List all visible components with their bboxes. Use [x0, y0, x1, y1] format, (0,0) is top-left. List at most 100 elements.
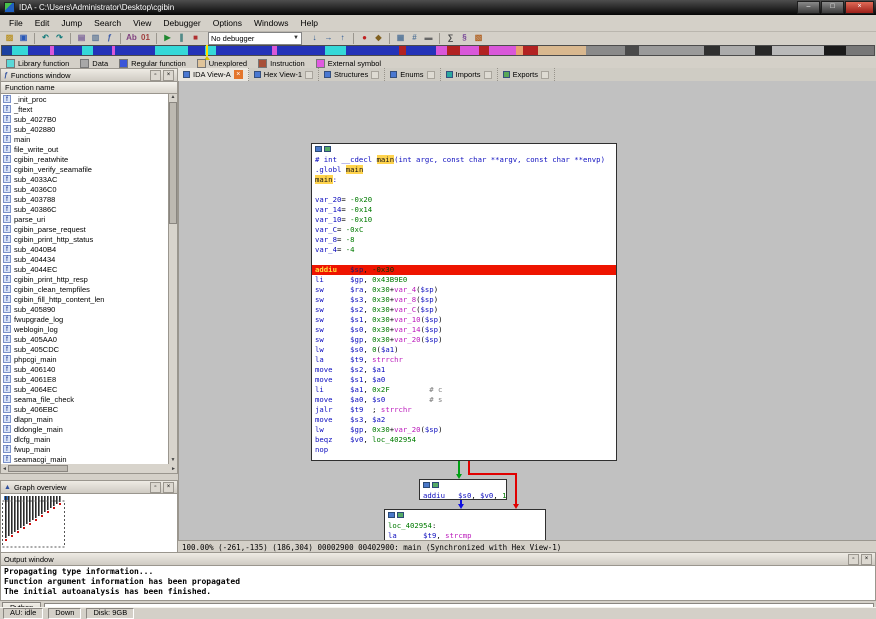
scroll-left-icon[interactable]: ◄	[2, 466, 7, 472]
disassembly-line[interactable]: var_10= -0x10	[315, 215, 613, 225]
function-item[interactable]: fsub_403788	[1, 194, 177, 204]
function-item[interactable]: fdlapn_main	[1, 414, 177, 424]
functions-icon[interactable]: ƒ	[103, 32, 116, 44]
tab-exports[interactable]: Exports	[498, 68, 555, 81]
disassembly-line[interactable]: var_C= -0xC	[315, 225, 613, 235]
navband-segment[interactable]	[846, 46, 874, 55]
function-item[interactable]: fsub_4061E8	[1, 374, 177, 384]
start-process-icon[interactable]: ▶	[161, 32, 174, 44]
navband-segment[interactable]	[489, 46, 515, 55]
function-item[interactable]: ffile_write_out	[1, 144, 177, 154]
menu-edit[interactable]: Edit	[29, 16, 56, 30]
navband-segment[interactable]	[516, 46, 523, 55]
disassembly-line[interactable]: addiu $sp, -0x30	[312, 265, 616, 275]
output-window-titlebar[interactable]: Output window ▫ ×	[0, 552, 876, 566]
function-item[interactable]: fweblogin_log	[1, 324, 177, 334]
menu-search[interactable]: Search	[88, 16, 127, 30]
navband-segment[interactable]	[755, 46, 772, 55]
function-item[interactable]: fsub_4064EC	[1, 384, 177, 394]
graph-overview-thumbnail[interactable]	[0, 494, 178, 554]
function-item[interactable]: fseama_file_check	[1, 394, 177, 404]
graph-overview-titlebar[interactable]: ▲ Graph overview ▫ ×	[0, 480, 178, 494]
navband-segment[interactable]	[523, 46, 539, 55]
colors-icon[interactable]: ▧	[472, 32, 485, 44]
tab-detach-icon[interactable]	[305, 71, 313, 79]
binary-search-icon[interactable]: 01	[139, 32, 152, 44]
disassembly-line[interactable]: var_20= -0x20	[315, 195, 613, 205]
disassembly-line[interactable]: move $a0, $s0 # s	[315, 395, 613, 405]
names-icon[interactable]: ▥	[89, 32, 102, 44]
navband-segment[interactable]	[346, 46, 398, 55]
tab-hex-view-1[interactable]: Hex View-1	[249, 68, 319, 81]
function-item[interactable]: fcgibin_reatwhite	[1, 154, 177, 164]
disassembly-line[interactable]: sw $s1, 0x30+var_10($sp)	[315, 315, 613, 325]
navband-segment[interactable]	[406, 46, 437, 55]
save-icon[interactable]: ▣	[17, 32, 30, 44]
function-item[interactable]: ffwupgrade_log	[1, 314, 177, 324]
tab-ida-view-a[interactable]: IDA View-A×	[178, 68, 249, 81]
run-until-return-icon[interactable]: ↑	[336, 32, 349, 44]
scrollbar-thumb[interactable]	[8, 465, 68, 472]
disassembly-line[interactable]: sw $s0, 0x30+var_14($sp)	[315, 325, 613, 335]
navigation-band[interactable]	[1, 45, 875, 56]
function-item[interactable]: fcgibin_clean_tempfiles	[1, 284, 177, 294]
navband-segment[interactable]	[277, 46, 325, 55]
graph-node-fallthrough[interactable]: addiu $s0, $v0, 1	[419, 479, 507, 500]
menu-jump[interactable]: Jump	[55, 16, 88, 30]
navigate-back-icon[interactable]: ↶	[39, 32, 52, 44]
navband-segment[interactable]	[639, 46, 704, 55]
library-icon[interactable]: ▤	[75, 32, 88, 44]
disassembly-line[interactable]: move $s2, $a1	[315, 365, 613, 375]
debugger-select[interactable]: No debugger ▼	[208, 32, 302, 45]
disassembly-line[interactable]: move $s1, $a0	[315, 375, 613, 385]
tab-detach-icon[interactable]	[541, 71, 549, 79]
navband-segment[interactable]	[82, 46, 92, 55]
navband-segment[interactable]	[399, 46, 406, 55]
float-panel-icon[interactable]: ▫	[150, 70, 161, 81]
disassembly-line[interactable]	[315, 185, 613, 195]
navband-segment[interactable]	[115, 46, 154, 55]
scroll-down-icon[interactable]: ▼	[169, 457, 177, 464]
text-search-icon[interactable]: Ab	[125, 32, 138, 44]
navband-segment[interactable]	[704, 46, 720, 55]
open-file-icon[interactable]: ▨	[3, 32, 16, 44]
disassembly-line[interactable]: la $t9, strcmp	[388, 531, 542, 540]
maximize-button[interactable]: □	[821, 1, 844, 14]
navband-segment[interactable]	[772, 46, 824, 55]
enums-icon[interactable]: #	[408, 32, 421, 44]
function-item[interactable]: fseamacgi_main	[1, 454, 177, 464]
function-item[interactable]: fphpcgi_main	[1, 354, 177, 364]
navband-segment[interactable]	[720, 46, 755, 55]
navband-segment[interactable]	[625, 46, 638, 55]
disassembly-line[interactable]: la $t9, strrchr	[315, 355, 613, 365]
navband-segment[interactable]	[155, 46, 188, 55]
navband-segment[interactable]	[12, 46, 28, 55]
calculator-icon[interactable]: ∑	[444, 32, 457, 44]
segments-icon[interactable]: ▬	[422, 32, 435, 44]
disassembly-line[interactable]: beqz $v0, loc_402954	[315, 435, 613, 445]
function-item[interactable]: fsub_404434	[1, 254, 177, 264]
disassembly-line[interactable]: sw $s3, 0x30+var_8($sp)	[315, 295, 613, 305]
menu-debugger[interactable]: Debugger	[157, 16, 206, 30]
disassembly-line[interactable]: addiu $s0, $v0, 1	[423, 491, 503, 500]
navband-segment[interactable]	[824, 46, 846, 55]
navband-segment[interactable]	[93, 46, 112, 55]
graph-node-loc_402954[interactable]: loc_402954:la $t9, strcmp	[384, 509, 546, 540]
disassembly-line[interactable]	[315, 255, 613, 265]
disassembly-line[interactable]: loc_402954:	[388, 521, 542, 531]
navband-segment[interactable]	[54, 46, 82, 55]
navband-segment[interactable]	[460, 46, 479, 55]
function-item[interactable]: ffwup_main	[1, 444, 177, 454]
graph-node-main[interactable]: # int __cdecl main(int argc, const char …	[311, 143, 617, 461]
function-item[interactable]: fsub_4033AC	[1, 174, 177, 184]
function-item[interactable]: fmain	[1, 134, 177, 144]
disassembly-line[interactable]: sw $s2, 0x30+var_C($sp)	[315, 305, 613, 315]
navband-segment[interactable]	[479, 46, 489, 55]
function-item[interactable]: fparse_uri	[1, 214, 177, 224]
disassembly-line[interactable]: .globl main	[315, 165, 613, 175]
watch-icon[interactable]: ◆	[372, 32, 385, 44]
tab-detach-icon[interactable]	[484, 71, 492, 79]
navband-segment[interactable]	[325, 46, 347, 55]
function-item[interactable]: fcgibin_print_http_status	[1, 234, 177, 244]
ida-graph-view[interactable]: # int __cdecl main(int argc, const char …	[178, 81, 876, 540]
